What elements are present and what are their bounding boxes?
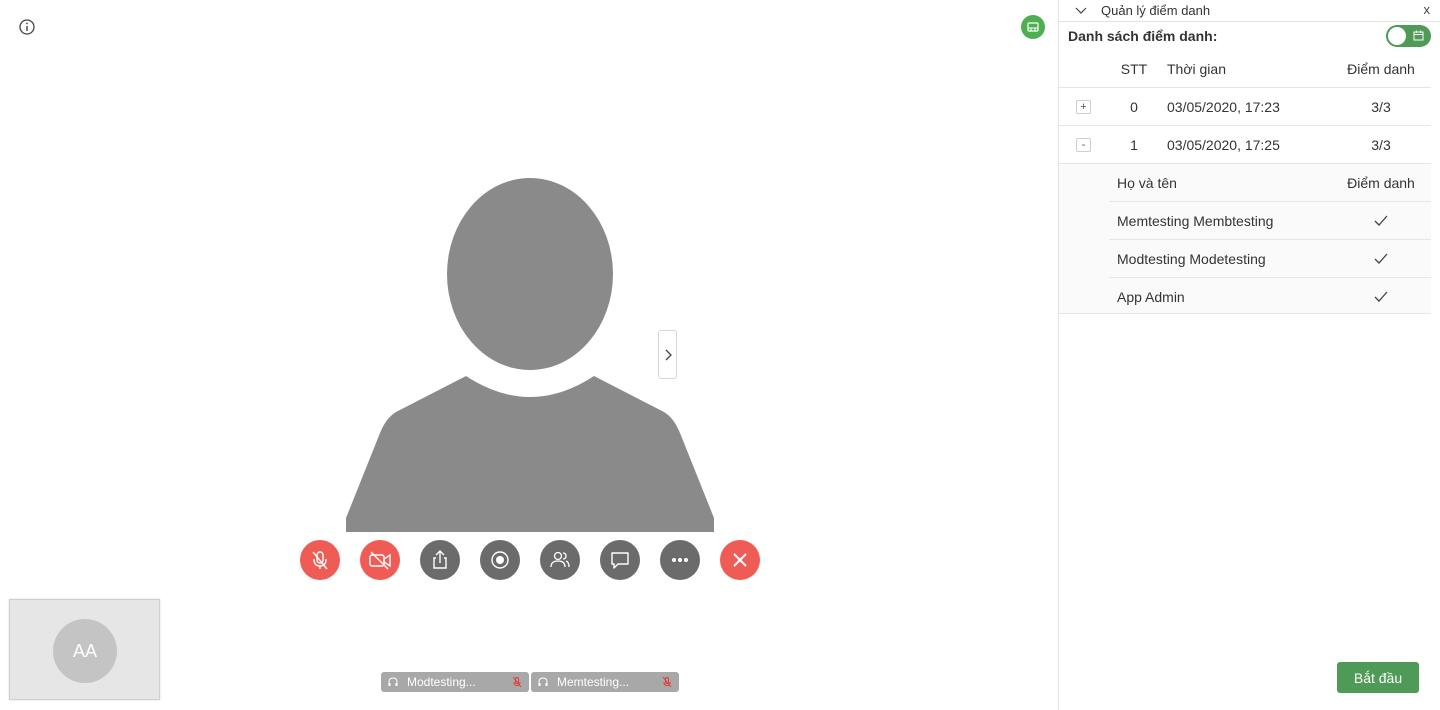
table-row[interactable]: + 0 03/05/2020, 17:23 3/3 <box>1059 88 1431 126</box>
panel-header: Quản lý điểm danh x <box>1059 0 1440 22</box>
info-icon[interactable] <box>17 17 37 37</box>
participant-name: Modtesting... <box>407 675 476 689</box>
column-header-mark: Điểm danh <box>1347 175 1415 191</box>
table-header-row: STT Thời gian Điểm danh <box>1059 50 1431 88</box>
camera-off-icon <box>369 551 391 570</box>
check-icon <box>1374 291 1388 302</box>
attendee-subtable: Họ và tên Điểm danh Memtesting Membtesti… <box>1059 164 1431 314</box>
headset-icon <box>538 677 548 686</box>
users-icon <box>550 551 570 568</box>
attendee-name: Memtesting Membtesting <box>1117 213 1274 229</box>
video-area: AA Modtesting... Memtesting... <box>0 0 1058 710</box>
camera-toggle-button[interactable] <box>360 540 400 580</box>
row-stt: 1 <box>1130 137 1138 153</box>
mute-microphone-button[interactable] <box>300 540 340 580</box>
self-video-thumbnail[interactable]: AA <box>9 599 160 700</box>
close-panel-button[interactable]: x <box>1424 3 1431 17</box>
row-score: 3/3 <box>1371 99 1391 115</box>
list-item: Memtesting Membtesting <box>1109 202 1431 240</box>
more-options-button[interactable] <box>660 540 700 580</box>
close-icon <box>733 553 747 567</box>
panel-title: Quản lý điểm danh <box>1101 3 1211 18</box>
layout-toggle-button[interactable] <box>1021 15 1045 39</box>
chevron-down-icon[interactable] <box>1075 5 1087 17</box>
attendance-list-title: Danh sách điểm danh: <box>1068 28 1218 44</box>
expand-side-panel-button[interactable] <box>658 330 677 379</box>
list-item: App Admin <box>1109 278 1431 316</box>
check-icon <box>1374 215 1388 226</box>
row-time: 03/05/2020, 17:25 <box>1167 137 1280 153</box>
more-icon <box>672 558 688 562</box>
table-row[interactable]: - 1 03/05/2020, 17:25 3/3 <box>1059 126 1431 164</box>
column-header-time: Thời gian <box>1167 61 1226 77</box>
participants-button[interactable] <box>540 540 580 580</box>
microphone-off-icon <box>662 676 672 688</box>
record-button[interactable] <box>480 540 520 580</box>
headset-icon <box>388 677 398 686</box>
toggle-knob <box>1388 27 1406 45</box>
microphone-off-icon <box>512 676 522 688</box>
column-header-name: Họ và tên <box>1117 175 1177 191</box>
row-score: 3/3 <box>1371 137 1391 153</box>
expand-row-button[interactable]: + <box>1076 100 1091 114</box>
participant-chip[interactable]: Modtesting... <box>381 672 529 692</box>
calendar-icon <box>1413 30 1424 41</box>
chat-button[interactable] <box>600 540 640 580</box>
participant-name: Memtesting... <box>557 675 630 689</box>
row-stt: 0 <box>1130 99 1138 115</box>
share-icon <box>433 550 447 569</box>
chat-icon <box>611 552 629 569</box>
layout-icon <box>1027 22 1039 32</box>
collapse-row-button[interactable]: - <box>1076 138 1091 152</box>
chevron-right-icon <box>665 349 672 360</box>
list-item: Modtesting Modetesting <box>1109 240 1431 278</box>
record-icon <box>491 551 509 569</box>
end-call-button[interactable] <box>720 540 760 580</box>
check-icon <box>1374 253 1388 264</box>
subtable-header-row: Họ và tên Điểm danh <box>1109 164 1431 202</box>
share-screen-button[interactable] <box>420 540 460 580</box>
attendee-name: App Admin <box>1117 289 1185 305</box>
attendee-name: Modtesting Modetesting <box>1117 251 1266 267</box>
column-header-stt: STT <box>1120 61 1148 77</box>
attendance-panel: Quản lý điểm danh x Danh sách điểm danh:… <box>1058 0 1440 710</box>
attendance-toggle[interactable] <box>1386 25 1431 47</box>
avatar: AA <box>53 619 117 683</box>
call-control-bar <box>300 540 760 580</box>
participant-chip[interactable]: Memtesting... <box>531 672 679 692</box>
microphone-off-icon <box>312 551 328 570</box>
row-time: 03/05/2020, 17:23 <box>1167 99 1280 115</box>
column-header-score: Điểm danh <box>1347 61 1415 77</box>
start-attendance-button[interactable]: Bắt đầu <box>1337 662 1419 693</box>
